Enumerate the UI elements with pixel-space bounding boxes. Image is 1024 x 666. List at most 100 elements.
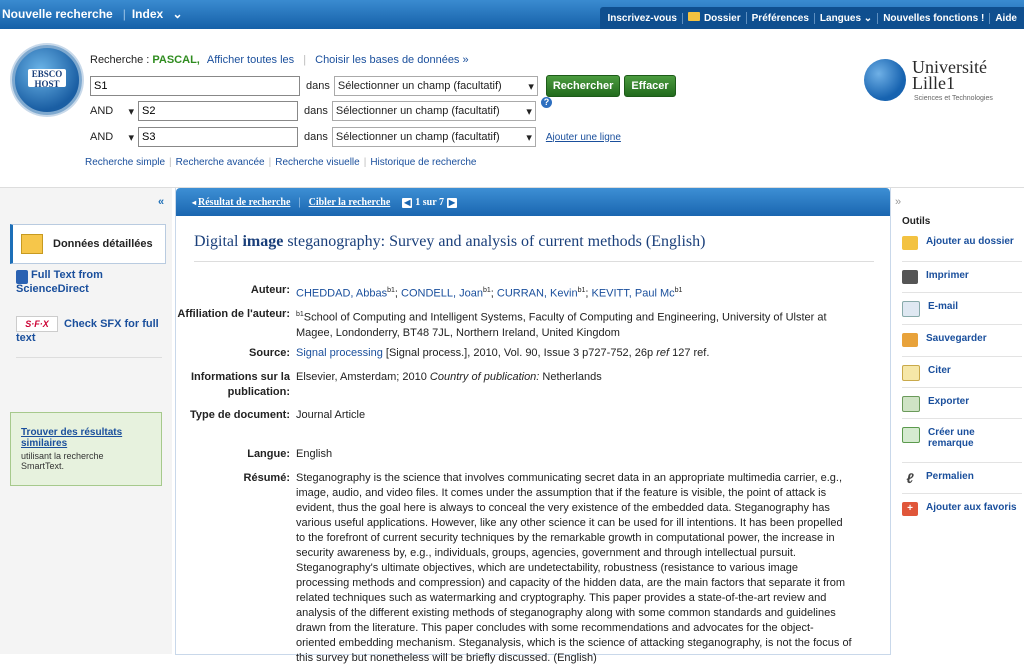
sfx-link[interactable]: S·F·X Check SFX for full text	[16, 316, 162, 358]
university-name-2: Lille1	[912, 73, 955, 93]
folder-link[interactable]: Dossier	[683, 12, 747, 24]
search-history-link[interactable]: Historique de recherche	[370, 157, 476, 168]
new-features-link[interactable]: Nouvelles fonctions !	[878, 12, 991, 24]
search-panel: EBSCO HOST Recherche : PASCAL, Afficher …	[0, 29, 1024, 188]
back-to-results-link[interactable]: Résultat de recherche	[198, 197, 290, 208]
languages-label: Langues	[819, 12, 862, 24]
chevron-down-icon: ▾	[526, 131, 532, 144]
search-button[interactable]: Rechercher	[545, 75, 621, 97]
ebsco-logo[interactable]: EBSCO HOST	[12, 45, 82, 115]
search-prefix: Recherche :	[90, 54, 153, 66]
expand-right-icon[interactable]: »	[895, 196, 901, 208]
chevron-down-icon: ▾	[128, 131, 134, 144]
dans-label: dans	[306, 80, 330, 92]
field-select-3[interactable]: Sélectionner un champ (facultatif) ▾	[331, 127, 536, 147]
author-link[interactable]: KEVITT, Paul Mc	[591, 288, 674, 300]
similar-results-link[interactable]: Trouver des résultats similaires	[21, 427, 141, 449]
search-row-2: AND ▾ dans Sélectionner un champ (faculta…	[90, 100, 536, 122]
preferences-link[interactable]: Préférences	[747, 12, 815, 24]
tool-label: Citer	[928, 365, 951, 376]
tool-label: Ajouter au dossier	[926, 236, 1014, 247]
tool-label: Permalien	[926, 471, 974, 482]
source-ref: 127 ref.	[669, 347, 710, 359]
add-to-folder-tool[interactable]: Ajouter au dossier	[902, 236, 1022, 250]
field-select-2[interactable]: Sélectionner un champ (facultatif) ▾	[331, 101, 536, 121]
back-arrow-icon: ◂	[192, 198, 197, 207]
title-highlight: image	[242, 233, 284, 250]
email-tool[interactable]: E-mail	[902, 292, 1022, 317]
record-panel: ◂ Résultat de recherche | Cibler la rech…	[175, 188, 891, 664]
cite-tool[interactable]: Citer	[902, 356, 1022, 381]
field-label: Type de document:	[189, 409, 290, 421]
add-line-link[interactable]: Ajouter une ligne	[546, 132, 621, 143]
search-input-3[interactable]	[138, 127, 298, 147]
collapse-left-icon[interactable]: «	[158, 196, 164, 208]
title-part: Digital	[194, 233, 243, 250]
detailed-record-tab[interactable]: Données détaillées	[10, 224, 166, 264]
print-tool[interactable]: Imprimer	[902, 261, 1022, 284]
publication-value: Elsevier, Amsterdam; 2010	[296, 371, 430, 383]
top-right-menu: Inscrivez-vous Dossier Préférences Langu…	[600, 7, 1024, 29]
show-all-link[interactable]: Afficher toutes les	[207, 54, 294, 66]
field-label: Affiliation de l'auteur:	[177, 308, 290, 320]
new-search-link[interactable]: Nouvelle recherche	[2, 7, 113, 21]
refine-search-link[interactable]: Cibler la recherche	[309, 197, 391, 208]
email-icon	[902, 301, 920, 317]
author-link[interactable]: CONDELL, Joan	[401, 288, 483, 300]
fulltext-link[interactable]: Full Text from ScienceDirect	[16, 270, 162, 295]
search-input-1[interactable]	[90, 76, 300, 96]
author-link[interactable]: CURRAN, Kevin	[497, 288, 578, 300]
chevron-down-icon: ▾	[526, 105, 532, 118]
clear-button[interactable]: Effacer	[624, 75, 676, 97]
search-row-3: AND ▾ dans Sélectionner un champ (faculta…	[90, 126, 621, 148]
create-note-tool[interactable]: Créer une remarque	[902, 418, 1022, 449]
bool-select-3[interactable]: AND ▾	[90, 128, 134, 146]
author-sup: b1	[674, 287, 683, 294]
similar-results-box: Trouver des résultats similaires utilisa…	[10, 412, 162, 486]
signin-link[interactable]: Inscrivez-vous	[602, 12, 683, 24]
folder-icon	[902, 236, 918, 250]
visual-search-link[interactable]: Recherche visuelle	[275, 157, 360, 168]
result-navigation-bar: ◂ Résultat de recherche | Cibler la rech…	[176, 188, 890, 216]
detailed-record-label: Données détaillées	[53, 238, 153, 250]
bool-select-2[interactable]: AND ▾	[90, 102, 134, 120]
prev-result-icon[interactable]: ◀	[402, 197, 413, 208]
title-part: steganography: Survey and analysis of cu…	[283, 233, 706, 250]
tool-label: Ajouter aux favoris	[926, 502, 1017, 513]
tool-label: Sauvegarder	[926, 333, 987, 344]
abstract-value: Steganography is the science that involv…	[296, 472, 852, 664]
database-name: PASCAL,	[152, 54, 200, 66]
simple-search-link[interactable]: Recherche simple	[85, 157, 165, 168]
author-link[interactable]: CHEDDAD, Abbas	[296, 288, 387, 300]
similar-results-desc: utilisant la recherche SmartText.	[21, 451, 104, 471]
help-icon[interactable]: ?	[541, 97, 552, 108]
tool-label: Imprimer	[926, 270, 969, 281]
search-input-2[interactable]	[138, 101, 298, 121]
languages-menu[interactable]: Langues ⌄	[815, 12, 879, 24]
top-toolbar: Nouvelle recherche | Index ⌄ Inscrivez-vou…	[0, 0, 1024, 29]
choose-databases-link[interactable]: Choisir les bases de données »	[315, 54, 468, 66]
advanced-search-link[interactable]: Recherche avancée	[176, 157, 265, 168]
add-favorites-tool[interactable]: + Ajouter aux favoris	[902, 493, 1022, 516]
plus-icon: +	[902, 502, 918, 516]
permalink-tool[interactable]: ℓ Permalien	[902, 462, 1022, 485]
source-link[interactable]: Signal processing	[296, 347, 383, 359]
next-result-icon[interactable]: ▶	[446, 197, 457, 208]
link-icon: ℓ	[906, 470, 914, 486]
field-select-value: Sélectionner un champ (facultatif)	[337, 80, 502, 92]
separator: |	[363, 157, 367, 168]
field-select-1[interactable]: Sélectionner un champ (facultatif) ▾	[333, 76, 538, 96]
left-sidebar: « Données détaillées Full Text from Scie…	[0, 188, 172, 654]
bool-value: AND	[90, 105, 114, 117]
country-value: Netherlands	[539, 371, 602, 383]
chevron-down-icon: ▾	[128, 105, 134, 118]
index-menu[interactable]: Index ⌄	[132, 7, 183, 21]
university-logo: Université Lille1 Sciences et Technologie…	[864, 57, 1004, 107]
search-database-line: Recherche : PASCAL, Afficher toutes les …	[90, 54, 469, 66]
save-tool[interactable]: Sauvegarder	[902, 324, 1022, 347]
help-link[interactable]: Aide	[990, 13, 1022, 24]
tool-label: Exporter	[928, 396, 970, 407]
fulltext-icon	[16, 270, 28, 284]
tool-label: E-mail	[928, 301, 959, 312]
export-tool[interactable]: Exporter	[902, 387, 1022, 412]
